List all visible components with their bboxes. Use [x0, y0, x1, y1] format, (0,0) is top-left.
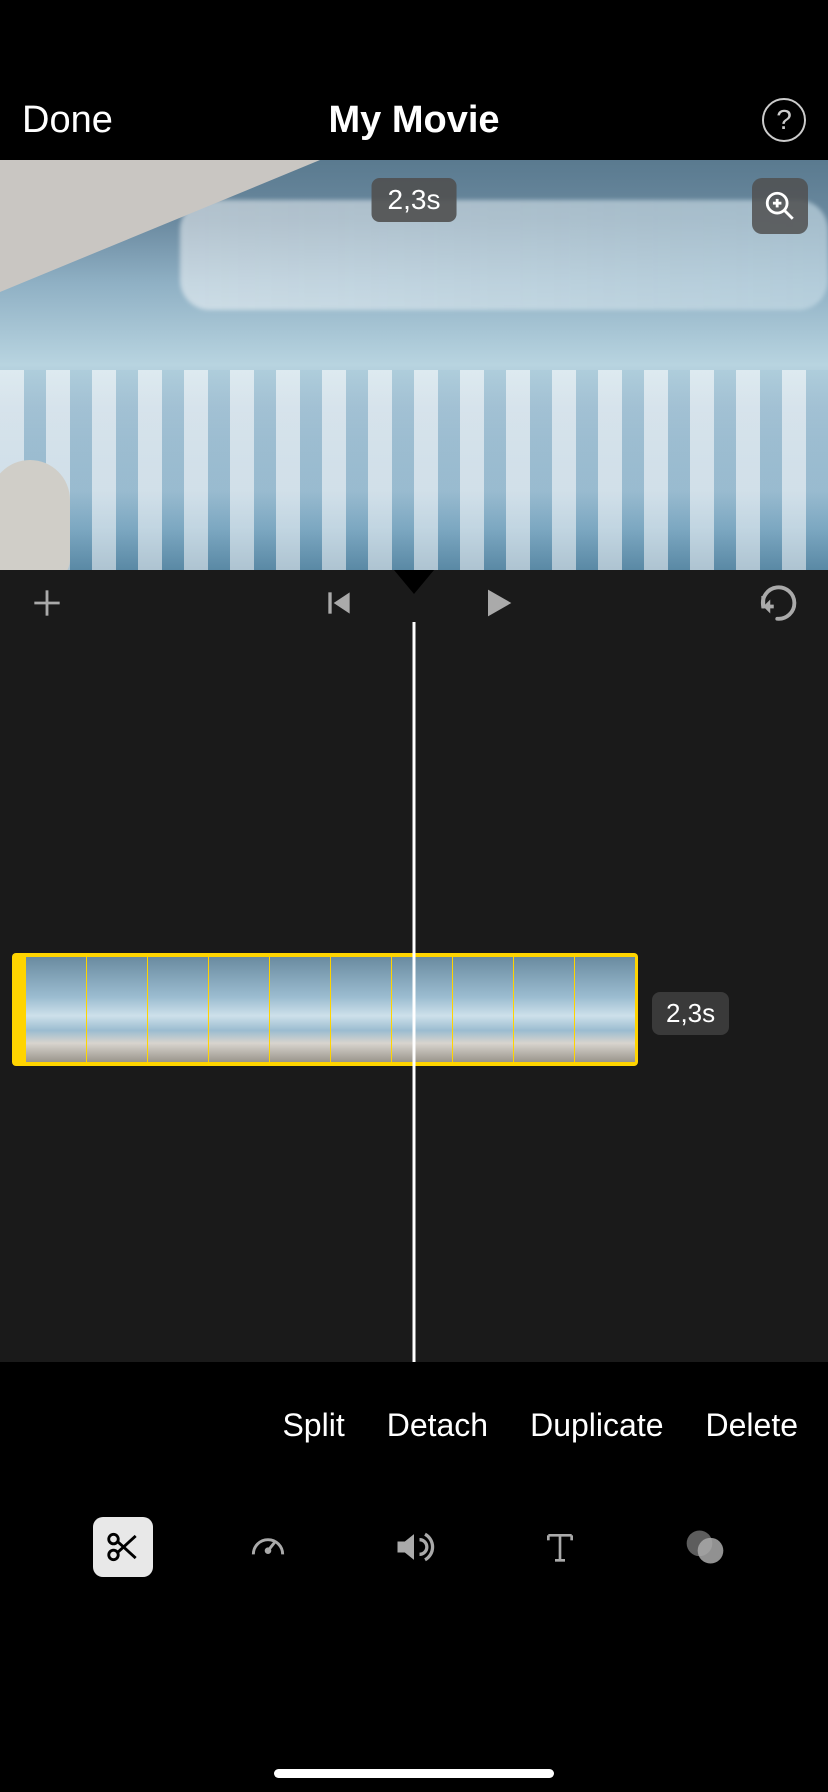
clip-duration-label: 2,3s — [652, 992, 729, 1035]
split-button[interactable]: Split — [282, 1407, 344, 1444]
zoom-in-icon — [763, 189, 797, 223]
clip-actions: Split Detach Duplicate Delete — [282, 1407, 798, 1444]
preview-engine — [0, 460, 70, 570]
text-icon — [540, 1527, 580, 1567]
undo-icon — [758, 582, 800, 624]
play-icon — [478, 583, 518, 623]
add-media-button[interactable] — [28, 584, 66, 627]
clip-thumbnail — [331, 957, 391, 1062]
duplicate-button[interactable]: Duplicate — [530, 1407, 663, 1444]
playhead-marker-icon — [394, 570, 434, 594]
video-preview[interactable]: 2,3s — [0, 160, 828, 570]
clip-thumbnail — [575, 957, 635, 1062]
done-button[interactable]: Done — [22, 99, 113, 142]
playhead-line[interactable] — [413, 622, 416, 1362]
zoom-button[interactable] — [752, 178, 808, 234]
project-title: My Movie — [328, 99, 499, 142]
plus-icon — [28, 584, 66, 622]
clip-thumbnail — [453, 957, 513, 1062]
play-button[interactable] — [478, 583, 518, 628]
skip-start-icon — [323, 587, 355, 619]
filters-icon — [683, 1525, 727, 1569]
clip-thumbnail — [148, 957, 208, 1062]
goto-start-button[interactable] — [323, 587, 355, 624]
volume-icon — [392, 1525, 436, 1569]
home-indicator[interactable] — [274, 1769, 554, 1778]
time-badge: 2,3s — [372, 178, 457, 222]
trim-tool[interactable] — [93, 1517, 153, 1577]
clip-thumbnail — [392, 957, 452, 1062]
scissors-icon — [104, 1528, 142, 1566]
undo-button[interactable] — [758, 582, 800, 629]
clip-thumbnail — [87, 957, 147, 1062]
timeline-area[interactable]: 2,3s — [0, 640, 828, 1362]
clip-thumbnail — [209, 957, 269, 1062]
preview-clouds-lower — [0, 370, 828, 570]
clip-thumbnail — [26, 957, 86, 1062]
edit-toolbar — [0, 1492, 828, 1602]
detach-button[interactable]: Detach — [387, 1407, 488, 1444]
clip-thumbnail — [270, 957, 330, 1062]
speedometer-icon — [246, 1525, 290, 1569]
help-icon: ? — [776, 104, 792, 136]
speed-tool[interactable] — [238, 1517, 298, 1577]
preview-wing — [0, 160, 320, 292]
delete-button[interactable]: Delete — [706, 1407, 799, 1444]
help-button[interactable]: ? — [762, 98, 806, 142]
titles-tool[interactable] — [530, 1517, 590, 1577]
volume-tool[interactable] — [384, 1517, 444, 1577]
clip-thumbnail — [514, 957, 574, 1062]
filters-tool[interactable] — [675, 1517, 735, 1577]
video-clip[interactable] — [12, 953, 638, 1066]
